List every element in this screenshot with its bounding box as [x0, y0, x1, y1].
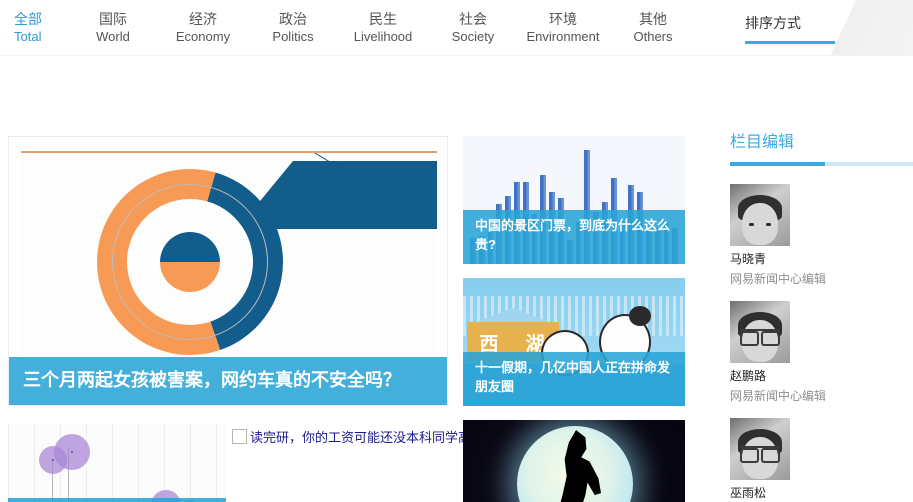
tab-world[interactable]: 国际 World — [68, 0, 158, 56]
bubble-chart-article-card[interactable]: 这几天免的高速费，以后都会让你交回来 — [8, 424, 226, 502]
avatar — [730, 418, 790, 480]
westlake-caption: 十一假期，几亿中国人正在拼命发朋友圈 — [463, 352, 685, 406]
editor-item[interactable]: 马晓青 网易新闻中心编辑 — [730, 184, 913, 287]
hero-center-circle-icon — [160, 232, 220, 292]
editors-sidebar: 栏目编辑 马晓青 网易新闻中心编辑 赵鹏路 网易新闻中心编辑 巫雨松 — [730, 128, 913, 502]
broken-image-placeholder[interactable]: 读完研，你的工资可能还没本科同学高 — [232, 424, 471, 448]
bubble-point — [54, 434, 90, 470]
tab-world-cn: 国际 — [99, 11, 127, 28]
mooncake-article-card[interactable]: 我来自＿，我今天吃＿味的月饼 — [463, 420, 685, 502]
tab-economy-en: Economy — [175, 28, 231, 44]
hero-illustration — [21, 151, 437, 381]
tab-environment-cn: 环境 — [549, 11, 577, 28]
tab-society-en: Society — [451, 28, 495, 44]
sidebar-title: 栏目编辑 — [730, 134, 795, 151]
tab-economy[interactable]: 经济 Economy — [158, 0, 248, 56]
sort-active-underline — [745, 40, 835, 44]
sort-method-panel: 排序方式 — [720, 0, 913, 56]
tab-total[interactable]: 全部 Total — [0, 0, 68, 56]
category-tabs: 全部 Total 国际 World 经济 Economy 政治 Politics… — [0, 0, 698, 56]
tab-total-cn: 全部 — [14, 11, 42, 28]
tab-livelihood[interactable]: 民生 Livelihood — [338, 0, 428, 56]
editor-role: 网易新闻中心编辑 — [730, 272, 827, 286]
tab-politics-en: Politics — [272, 28, 314, 44]
avatar-glasses-icon — [740, 445, 780, 463]
sort-method-label[interactable]: 排序方式 — [745, 13, 801, 33]
tab-environment[interactable]: 环境 Environment — [518, 0, 608, 56]
tab-society-cn: 社会 — [459, 11, 487, 28]
tab-environment-en: Environment — [526, 28, 600, 44]
tickets-article-card[interactable]: 中国的景区门票，到底为什么这么贵? — [463, 136, 685, 264]
tickets-caption: 中国的景区门票，到底为什么这么贵? — [463, 210, 685, 264]
tab-economy-cn: 经济 — [189, 11, 217, 28]
editor-name: 马晓青 — [730, 252, 767, 266]
editor-item[interactable]: 赵鹏路 网易新闻中心编辑 — [730, 301, 913, 404]
tab-others-cn: 其他 — [639, 11, 667, 28]
editor-name: 巫雨松 — [730, 486, 767, 500]
tab-livelihood-cn: 民生 — [369, 11, 397, 28]
top-navigation-bar: 全部 Total 国际 World 经济 Economy 政治 Politics… — [0, 0, 913, 61]
hero-caption: 三个月两起女孩被害案，网约车真的不安全吗？ — [9, 356, 447, 405]
editor-item[interactable]: 巫雨松 网易新闻中心编辑 — [730, 418, 913, 502]
tab-society[interactable]: 社会 Society — [428, 0, 518, 56]
broken-image-icon — [232, 428, 247, 444]
tab-others[interactable]: 其他 Others — [608, 0, 698, 56]
tab-politics[interactable]: 政治 Politics — [248, 0, 338, 56]
content-area: 三个月两起女孩被害案，网约车真的不安全吗？ 这几天免的高速费，以后都会让你交回来… — [0, 56, 913, 502]
broken-image-alt-text: 读完研，你的工资可能还没本科同学高 — [250, 429, 472, 445]
avatar-glasses-icon — [740, 328, 780, 346]
avatar-face-icon — [742, 202, 778, 245]
tab-total-en: Total — [14, 28, 42, 44]
avatar-eye-icon — [766, 222, 771, 226]
editor-name: 赵鹏路 — [730, 369, 767, 383]
westlake-article-card[interactable]: 西 湖 十一假期，几亿中国人正在拼命发朋友圈 — [463, 278, 685, 406]
bubble-card-caption: 这几天免的高速费，以后都会让你交回来 — [8, 498, 226, 502]
editor-role: 网易新闻中心编辑 — [730, 389, 827, 403]
tab-livelihood-en: Livelihood — [353, 28, 413, 44]
hero-article-card[interactable]: 三个月两起女孩被害案，网约车真的不安全吗？ — [8, 136, 448, 406]
avatar — [730, 184, 790, 246]
avatar-eye-icon — [749, 222, 754, 226]
tab-others-en: Others — [633, 28, 673, 44]
sidebar-divider — [730, 162, 913, 166]
westlake-hair-bun-icon — [629, 306, 651, 326]
avatar — [730, 301, 790, 363]
tab-politics-cn: 政治 — [279, 11, 307, 28]
tab-world-en: World — [96, 28, 130, 44]
